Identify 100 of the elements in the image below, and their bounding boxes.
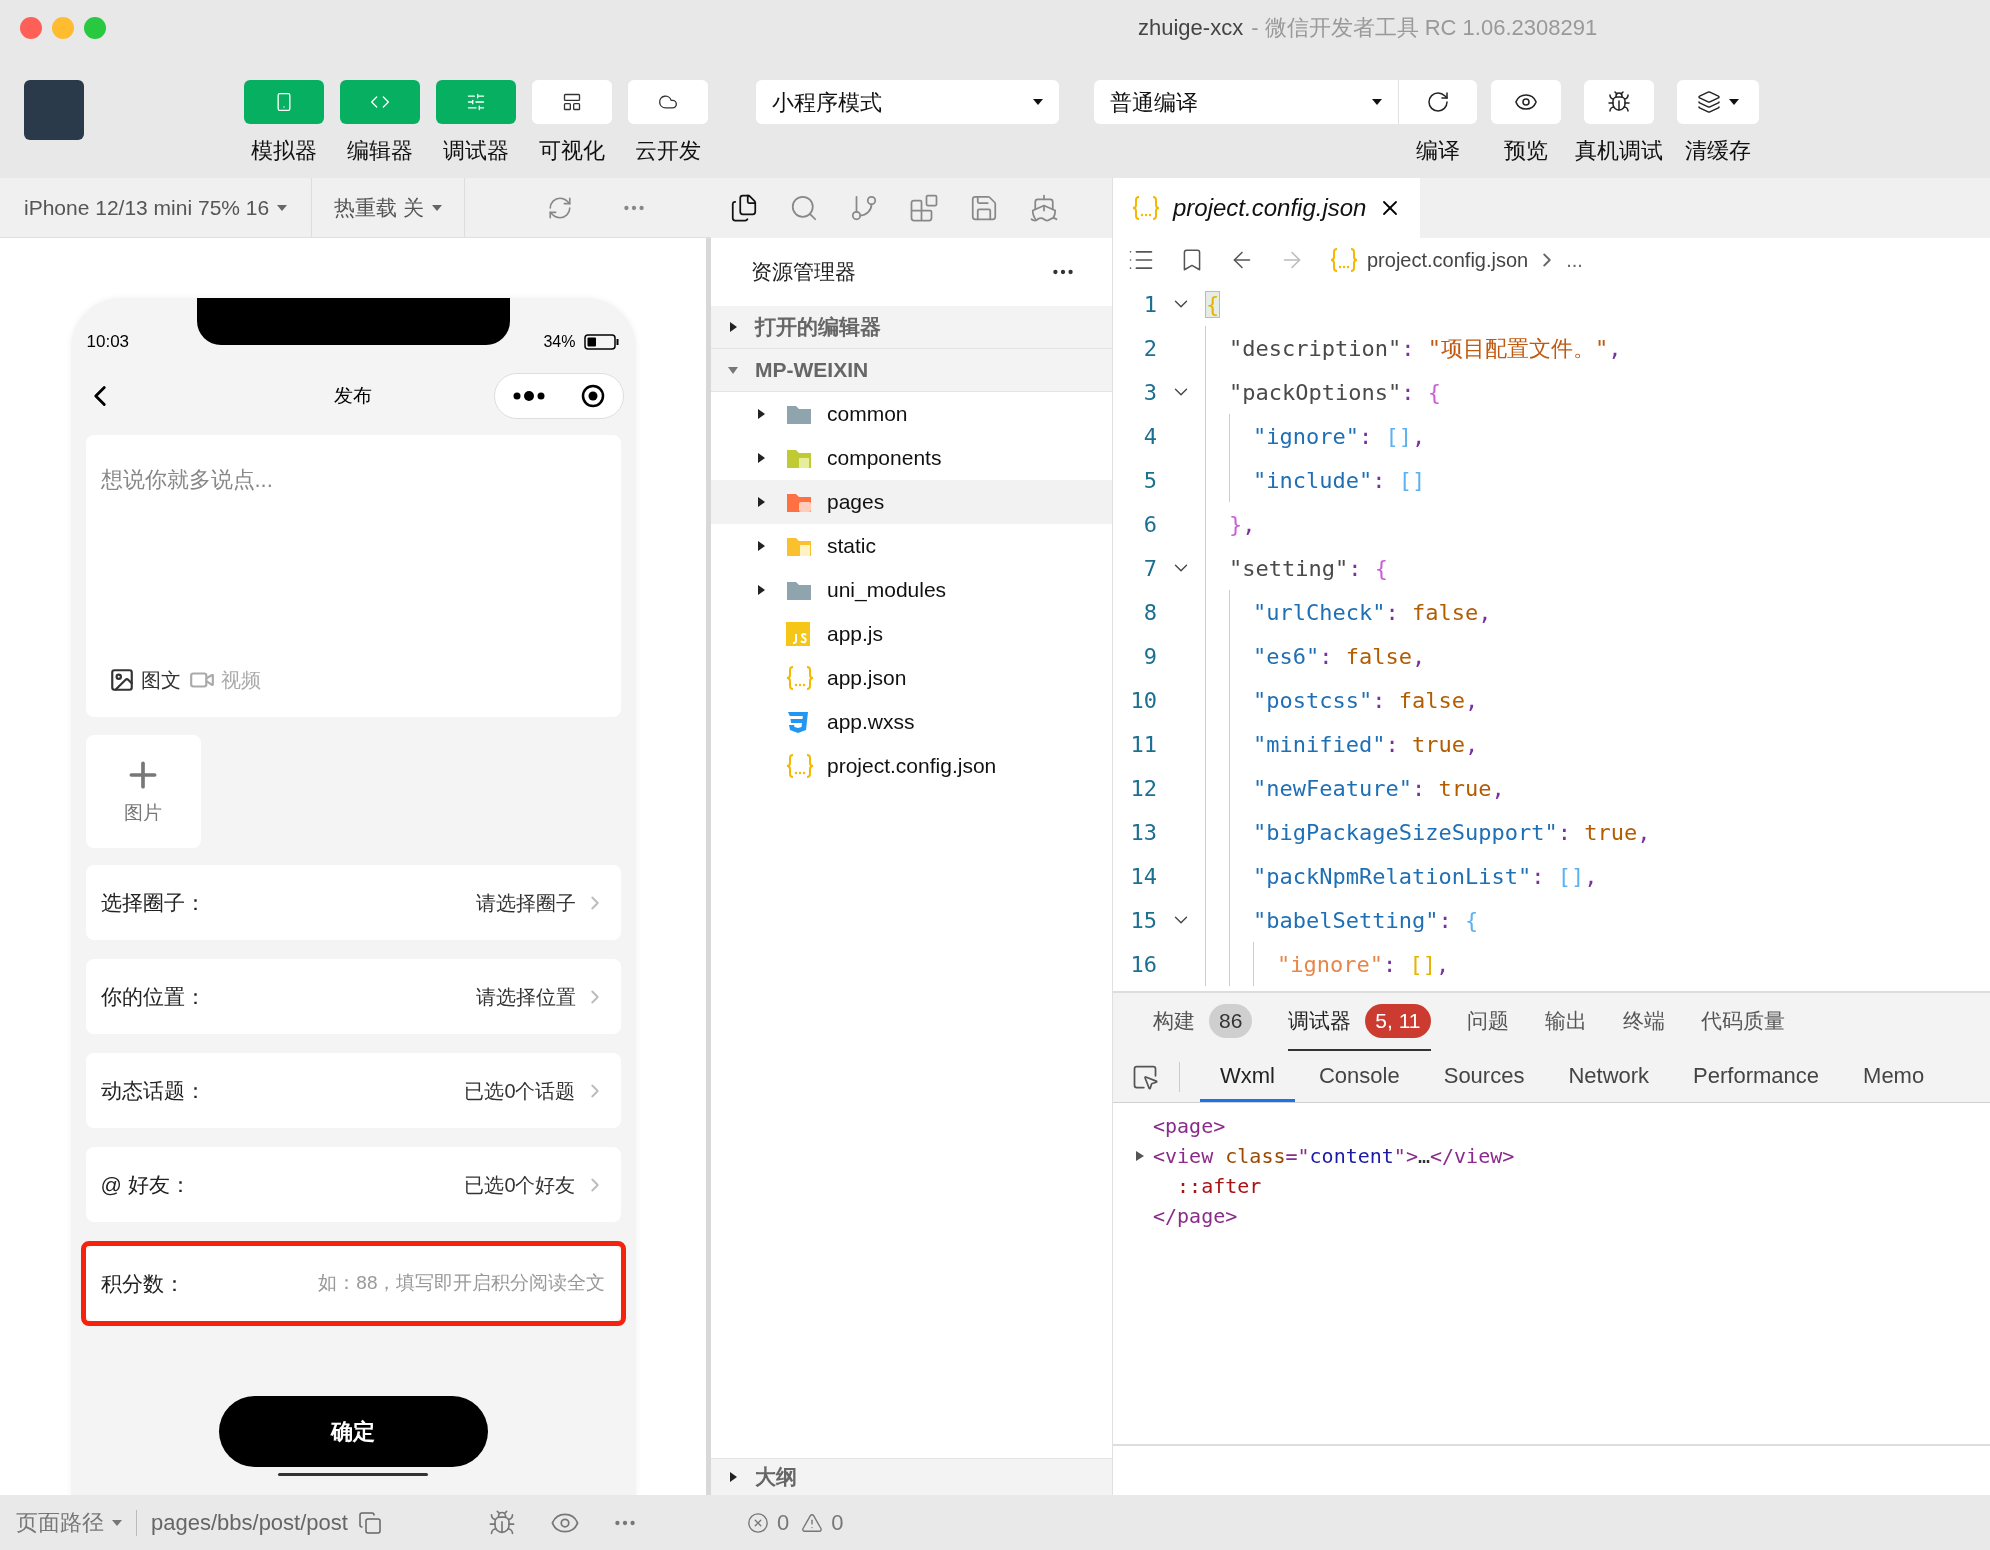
row-label: 你的位置： xyxy=(100,983,206,1010)
panel-tab[interactable]: 构建 86 xyxy=(1153,993,1253,1051)
panel-tab[interactable]: 问题 xyxy=(1466,993,1509,1051)
toolbar-action-button[interactable] xyxy=(1491,80,1561,124)
toolbar-action-button[interactable] xyxy=(1677,80,1759,124)
tree-item[interactable]: uni_modules xyxy=(711,568,1112,612)
form-row[interactable]: 选择圈子： 请选择圈子 xyxy=(85,865,621,940)
form-row[interactable]: 积分数： 如：88，填写即开启积分阅读全文 xyxy=(85,1246,621,1321)
view-toggle-button[interactable] xyxy=(244,80,324,124)
panel-tab[interactable]: 代码质量 xyxy=(1700,993,1785,1051)
breadcrumb-more[interactable]: ... xyxy=(1566,245,1583,275)
confirm-button[interactable]: 确定 xyxy=(218,1396,488,1467)
caret-icon xyxy=(277,204,288,211)
ship-icon[interactable] xyxy=(1029,193,1059,223)
devtools-tab[interactable]: Network xyxy=(1548,1051,1670,1102)
action-label: 清缓存 xyxy=(1685,137,1751,165)
code-line: "setting": { xyxy=(1229,554,1388,583)
mode-dropdown[interactable]: 小程序模式 xyxy=(756,80,1059,124)
add-image-tile[interactable]: 图片 xyxy=(85,735,201,848)
code-line: "include": [] xyxy=(1253,466,1426,495)
code-line: "babelSetting": { xyxy=(1253,906,1479,935)
tree-item[interactable]: pages xyxy=(711,480,1112,524)
editor-tab[interactable]: project.config.json xyxy=(1113,178,1421,238)
form-row[interactable]: @ 好友： 已选0个好友 xyxy=(85,1147,621,1222)
tree-item[interactable]: app.wxss xyxy=(711,700,1112,744)
row-value: 请选择位置 xyxy=(475,984,576,1010)
view-toggle-button[interactable] xyxy=(532,80,612,124)
code-line: "urlCheck": false, xyxy=(1253,598,1492,627)
disclosure-triangle-icon[interactable] xyxy=(727,1471,739,1483)
file-name: common xyxy=(827,401,908,428)
error-icon[interactable] xyxy=(747,1511,769,1534)
explorer-section-header[interactable]: MP-WEIXIN xyxy=(711,349,1112,392)
hot-reload-dropdown[interactable]: 热重载 关 xyxy=(312,178,465,237)
toolbar-action-button[interactable] xyxy=(1399,80,1477,124)
search-icon[interactable] xyxy=(789,193,819,223)
battery-percent: 34% xyxy=(543,332,576,352)
disclosure-triangle-icon[interactable] xyxy=(755,540,767,552)
battery-icon xyxy=(583,334,620,350)
breadcrumb-file[interactable]: project.config.json xyxy=(1367,245,1529,275)
more-dots-icon[interactable] xyxy=(512,391,546,401)
view-toggle-button[interactable] xyxy=(436,80,516,124)
page-path-dropdown[interactable]: 页面路径 xyxy=(16,1506,122,1539)
compile-dropdown[interactable]: 普通编译 xyxy=(1094,80,1399,124)
code-line: "packOptions": { xyxy=(1229,378,1441,407)
tree-item[interactable]: static xyxy=(711,524,1112,568)
bug-icon[interactable] xyxy=(487,1508,516,1537)
save-icon[interactable] xyxy=(969,193,999,223)
disclosure-triangle-icon[interactable] xyxy=(755,584,767,596)
disclosure-triangle-icon[interactable] xyxy=(727,321,739,333)
file-name: uni_modules xyxy=(827,577,947,604)
view-toggle-button[interactable] xyxy=(340,80,420,124)
blocks-icon[interactable] xyxy=(909,193,939,223)
file-name: components xyxy=(827,445,942,472)
warning-count: 0 xyxy=(831,1509,844,1537)
branch-icon[interactable] xyxy=(849,193,879,223)
refresh-icon[interactable] xyxy=(547,194,573,221)
tree-item[interactable]: app.json xyxy=(711,656,1112,700)
disclosure-triangle-icon[interactable] xyxy=(755,452,767,464)
target-icon[interactable] xyxy=(581,384,605,408)
devtools-tab[interactable]: Memo xyxy=(1843,1051,1945,1102)
explorer-section-header[interactable]: 打开的编辑器 xyxy=(711,306,1112,349)
copy-icon[interactable] xyxy=(357,1510,382,1535)
points-input[interactable]: 如：88，填写即开启积分阅读全文 xyxy=(275,1269,606,1298)
capsule-menu[interactable] xyxy=(493,373,624,419)
warning-icon[interactable] xyxy=(801,1511,824,1534)
tree-item[interactable]: project.config.json xyxy=(711,744,1112,788)
tree-item[interactable]: components xyxy=(711,436,1112,480)
code-line: "packNpmRelationList": [], xyxy=(1253,862,1598,891)
action-label: 预览 xyxy=(1504,137,1548,165)
form-row[interactable]: 动态话题： 已选0个话题 xyxy=(85,1053,621,1128)
page-path: pages/bbs/post/post xyxy=(151,1509,348,1537)
view-toggle-button[interactable] xyxy=(628,80,708,124)
toggle-label: 编辑器 xyxy=(347,137,413,165)
section-title: 大纲 xyxy=(755,1464,797,1491)
toolbar-action-button[interactable] xyxy=(1584,80,1654,124)
row-value: 请选择圈子 xyxy=(475,890,576,916)
device-dropdown[interactable]: iPhone 12/13 mini 75% 16 xyxy=(0,178,313,237)
panel-tab[interactable]: 输出 xyxy=(1544,993,1587,1051)
error-count: 0 xyxy=(777,1509,790,1537)
outline-header[interactable]: 大纲 xyxy=(711,1458,1112,1495)
wxml-line: <view class="content">…</view> xyxy=(1153,1143,1515,1170)
files-icon[interactable] xyxy=(729,193,759,223)
disclosure-triangle-icon[interactable] xyxy=(755,408,767,420)
code-line: "newFeature": true, xyxy=(1253,774,1505,803)
row-label: 选择圈子： xyxy=(100,889,206,916)
tree-item[interactable]: app.js xyxy=(711,612,1112,656)
devtools-tab[interactable]: Performance xyxy=(1673,1051,1840,1102)
refresh-icon xyxy=(1426,90,1450,114)
expand-triangle-icon[interactable] xyxy=(1135,1150,1145,1162)
devtools-tab[interactable]: Sources xyxy=(1423,1051,1545,1102)
form-row[interactable]: 你的位置： 请选择位置 xyxy=(85,959,621,1034)
post-editor[interactable]: 想说你就多说点... 图文 视频 xyxy=(85,435,621,717)
panel-tab[interactable]: 终端 xyxy=(1622,993,1665,1051)
tree-item[interactable]: common xyxy=(711,392,1112,436)
disclosure-triangle-icon[interactable] xyxy=(755,496,767,508)
media-type-option[interactable]: 图文 xyxy=(108,665,181,695)
caret-icon xyxy=(432,204,442,211)
line-number: 6 xyxy=(1142,510,1157,539)
braces-file-icon xyxy=(1131,195,1161,221)
devtools-tab[interactable]: Console xyxy=(1299,1051,1420,1102)
